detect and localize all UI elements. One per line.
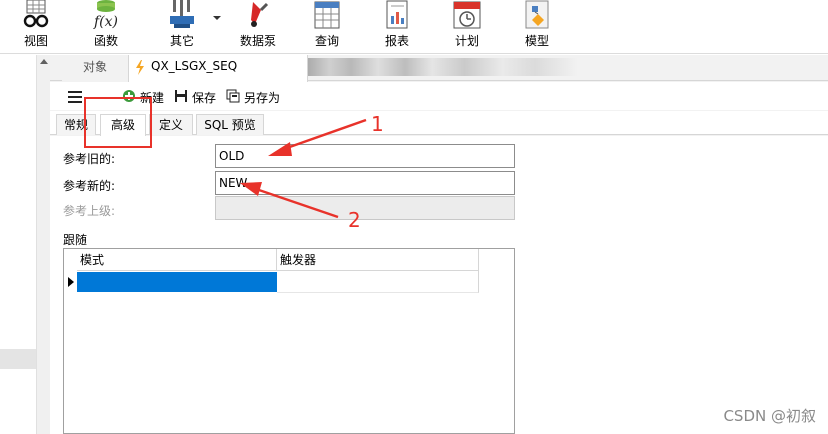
save-as-button-label: 另存为 <box>244 91 281 105</box>
save-as-icon <box>226 89 240 103</box>
other-dropdown-chevron-down-icon[interactable] <box>213 16 221 20</box>
ribbon-toolbar: 视图 f(x) 函数 其它 数据泵 查询 报表 计划 模型 <box>0 0 828 54</box>
property-subtabs: 常规 高级 定义 SQL 预览 <box>50 111 828 136</box>
ref-parent-input <box>215 196 515 220</box>
schedule-icon <box>453 1 481 29</box>
ribbon-model-label: 模型 <box>524 34 549 48</box>
object-navigator-panel[interactable] <box>0 55 36 434</box>
report-icon <box>386 0 408 29</box>
ref-new-input[interactable]: NEW <box>215 171 515 195</box>
ribbon-schedule-label: 计划 <box>454 34 479 48</box>
scroll-up-arrow-icon[interactable] <box>40 59 48 64</box>
save-button-label: 保存 <box>192 91 217 105</box>
ribbon-datapump-button[interactable]: 数据泵 <box>236 0 280 54</box>
tab-sql-preview[interactable]: SQL 预览 <box>196 114 264 135</box>
query-icon <box>314 1 340 29</box>
annotation-highlight-box <box>84 97 152 148</box>
datapump-icon <box>251 2 269 27</box>
function-icon: f(x) <box>93 0 118 30</box>
ref-new-label: 参考新的: <box>63 179 116 193</box>
tab-definition[interactable]: 定义 <box>149 114 193 135</box>
ribbon-model-button[interactable]: 模型 <box>517 0 557 54</box>
ribbon-query-button[interactable]: 查询 <box>307 0 347 54</box>
grid-cell-schema-selected[interactable] <box>77 272 277 292</box>
hamburger-menu-icon[interactable] <box>68 91 82 103</box>
ribbon-other-button[interactable]: 其它 <box>162 0 202 54</box>
ref-parent-label: 参考上级: <box>63 204 116 218</box>
ribbon-function-button[interactable]: f(x) 函数 <box>86 0 126 54</box>
follow-grid[interactable]: 模式 触发器 <box>63 248 515 434</box>
save-as-button[interactable]: 另存为 <box>226 88 288 106</box>
trigger-bolt-icon <box>136 60 144 75</box>
watermark: CSDN @初叙 <box>723 407 816 425</box>
tab-objects[interactable]: 对象 <box>62 55 128 81</box>
editor-area: 对象 QX_LSGX_SEQ 新建 保存 另存为 常规 高级 定义 SQL 预览… <box>50 55 828 434</box>
follow-label: 跟随 <box>63 233 88 247</box>
editor-toolbar: 新建 保存 另存为 <box>50 82 828 110</box>
save-button[interactable]: 保存 <box>174 88 220 106</box>
ribbon-report-label: 报表 <box>384 34 409 48</box>
grid-cell-trigger[interactable] <box>277 271 479 293</box>
other-icon <box>170 0 194 28</box>
annotation-number-1: 1 <box>371 112 384 136</box>
advanced-form: 参考旧的: OLD 参考新的: NEW 参考上级: 跟随 模式 触发器 <box>50 136 828 434</box>
tab-sequence-document[interactable]: QX_LSGX_SEQ <box>128 55 308 82</box>
redacted-tab-area <box>308 58 578 76</box>
document-tabstrip: 对象 QX_LSGX_SEQ <box>50 55 828 82</box>
svg-text:f(x): f(x) <box>93 14 118 30</box>
ribbon-function-label: 函数 <box>93 34 118 48</box>
ribbon-query-label: 查询 <box>314 34 339 48</box>
navigator-scrollbar[interactable] <box>36 55 50 434</box>
navigator-selected-row[interactable] <box>0 349 36 369</box>
save-disk-icon <box>175 90 187 102</box>
ref-old-label: 参考旧的: <box>63 152 116 166</box>
ref-old-input[interactable]: OLD <box>215 144 515 168</box>
document-tab-title: QX_LSGX_SEQ <box>151 59 238 73</box>
ribbon-report-button[interactable]: 报表 <box>377 0 417 54</box>
grid-header-schema[interactable]: 模式 <box>77 249 277 271</box>
ribbon-view-button[interactable]: 视图 <box>16 0 56 54</box>
model-icon <box>525 0 549 29</box>
grid-header-trigger[interactable]: 触发器 <box>277 249 479 271</box>
ribbon-other-label: 其它 <box>169 34 194 48</box>
table-row[interactable] <box>64 271 479 293</box>
view-icon <box>23 0 49 28</box>
annotation-number-2: 2 <box>348 208 361 232</box>
ribbon-datapump-label: 数据泵 <box>239 34 276 48</box>
current-row-marker-icon <box>68 277 74 287</box>
ribbon-view-label: 视图 <box>23 34 48 48</box>
ribbon-schedule-button[interactable]: 计划 <box>447 0 487 54</box>
grid-header-row: 模式 触发器 <box>64 249 479 271</box>
